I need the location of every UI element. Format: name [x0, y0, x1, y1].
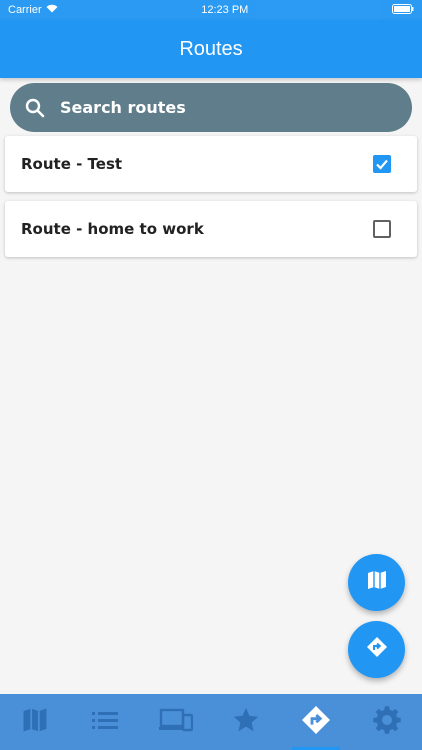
gear-icon [372, 705, 402, 740]
nav-item-map[interactable] [7, 694, 63, 750]
map-icon [366, 569, 388, 596]
route-checkbox[interactable] [373, 220, 391, 238]
page-title: Routes [179, 37, 243, 60]
map-icon [21, 706, 49, 739]
star-icon [232, 706, 260, 739]
nav-item-settings[interactable] [359, 694, 415, 750]
nav-item-routes[interactable] [288, 694, 344, 750]
search-icon [24, 97, 46, 119]
wifi-icon [46, 4, 58, 16]
show-map-button[interactable] [348, 554, 405, 611]
route-label: Route - Test [21, 155, 123, 173]
list-icon [91, 709, 119, 736]
bottom-navigation [0, 694, 422, 750]
check-icon [376, 159, 388, 170]
nav-item-devices[interactable] [148, 694, 204, 750]
nav-item-list[interactable] [77, 694, 133, 750]
carrier-label: Carrier [8, 4, 42, 16]
route-checkbox[interactable] [373, 155, 391, 173]
route-item[interactable]: Route - home to work [5, 201, 417, 257]
directions-icon [300, 704, 332, 741]
search-bar[interactable]: Search routes [10, 83, 412, 132]
directions-icon [365, 635, 389, 664]
route-label: Route - home to work [21, 220, 204, 238]
nav-item-favorites[interactable] [218, 694, 274, 750]
route-item[interactable]: Route - Test [5, 136, 417, 192]
devices-icon [158, 707, 194, 738]
status-bar: Carrier 12:23 PM [0, 0, 422, 20]
directions-button[interactable] [348, 621, 405, 678]
search-input[interactable]: Search routes [60, 98, 186, 117]
app-bar: Routes [0, 20, 422, 78]
status-time: 12:23 PM [201, 4, 249, 16]
battery-icon [392, 3, 414, 17]
